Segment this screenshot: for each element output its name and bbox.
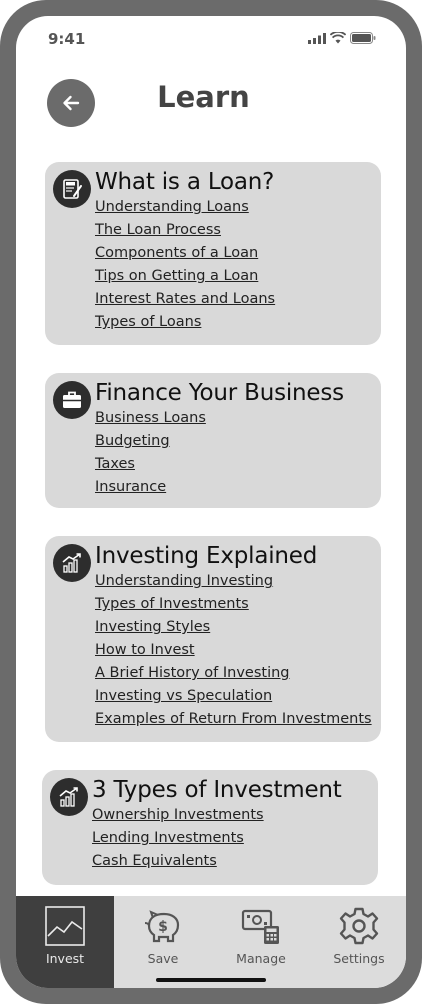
tab-label: Invest — [45, 951, 85, 966]
line-chart-icon — [45, 906, 85, 946]
link-ownership-investments[interactable]: Ownership Investments — [92, 804, 264, 827]
link-examples-of-return[interactable]: Examples of Return From Investments — [95, 708, 372, 731]
link-understanding-investing[interactable]: Understanding Investing — [95, 570, 372, 593]
section-links: Understanding Investing Types of Investm… — [95, 570, 372, 731]
growth-chart-icon — [50, 778, 88, 816]
section-card-loan: What is a Loan? Understanding Loans The … — [45, 162, 381, 345]
page-title: Learn — [157, 80, 250, 114]
section-links: Understanding Loans The Loan Process Com… — [95, 196, 275, 334]
gear-icon — [339, 907, 379, 945]
status-icons — [308, 32, 376, 44]
money-calculator-icon — [241, 909, 279, 944]
link-insurance[interactable]: Insurance — [95, 476, 206, 499]
link-types-of-loans[interactable]: Types of Loans — [95, 311, 275, 334]
screen: 9:41 Learn What is a Loan? Understanding… — [16, 16, 406, 988]
link-components-of-loan[interactable]: Components of a Loan — [95, 242, 275, 265]
battery-icon — [350, 32, 376, 44]
link-interest-rates[interactable]: Interest Rates and Loans — [95, 288, 275, 311]
link-how-to-invest[interactable]: How to Invest — [95, 639, 372, 662]
link-taxes[interactable]: Taxes — [95, 453, 206, 476]
tab-bar: Invest $ Save Manage Settings — [16, 896, 406, 988]
phone-frame: 9:41 Learn What is a Loan? Understanding… — [0, 0, 422, 1004]
tab-settings[interactable]: Settings — [310, 896, 406, 988]
link-loan-process[interactable]: The Loan Process — [95, 219, 275, 242]
link-investing-vs-speculation[interactable]: Investing vs Speculation — [95, 685, 372, 708]
tab-manage[interactable]: Manage — [212, 896, 310, 988]
tab-label: Manage — [236, 951, 286, 966]
link-lending-investments[interactable]: Lending Investments — [92, 827, 264, 850]
loan-document-icon — [53, 170, 91, 208]
tab-invest[interactable]: Invest — [16, 896, 114, 988]
tab-label: Settings — [333, 951, 385, 966]
tab-label: Save — [147, 951, 179, 966]
section-title: 3 Types of Investment — [92, 777, 342, 803]
link-tips-getting-loan[interactable]: Tips on Getting a Loan — [95, 265, 275, 288]
section-links: Ownership Investments Lending Investment… — [92, 804, 264, 873]
piggy-bank-icon: $ — [144, 910, 180, 943]
tab-save[interactable]: $ Save — [114, 896, 212, 988]
signal-icon — [308, 32, 326, 44]
svg-text:$: $ — [158, 919, 168, 935]
link-understanding-loans[interactable]: Understanding Loans — [95, 196, 275, 219]
section-title: Investing Explained — [95, 543, 318, 569]
link-investing-styles[interactable]: Investing Styles — [95, 616, 372, 639]
section-links: Business Loans Budgeting Taxes Insurance — [95, 407, 206, 499]
section-title: What is a Loan? — [95, 169, 275, 195]
link-history-of-investing[interactable]: A Brief History of Investing — [95, 662, 372, 685]
status-time: 9:41 — [48, 30, 86, 48]
link-budgeting[interactable]: Budgeting — [95, 430, 206, 453]
link-types-of-investments[interactable]: Types of Investments — [95, 593, 372, 616]
section-card-business: Finance Your Business Business Loans Bud… — [45, 373, 381, 508]
link-business-loans[interactable]: Business Loans — [95, 407, 206, 430]
home-indicator — [156, 978, 266, 982]
section-card-investing: Investing Explained Understanding Invest… — [45, 536, 381, 742]
link-cash-equivalents[interactable]: Cash Equivalents — [92, 850, 264, 873]
section-title: Finance Your Business — [95, 380, 344, 406]
section-card-investment-types: 3 Types of Investment Ownership Investme… — [42, 770, 378, 885]
briefcase-icon — [53, 381, 91, 419]
growth-chart-icon — [53, 544, 91, 582]
wifi-icon — [330, 32, 346, 44]
